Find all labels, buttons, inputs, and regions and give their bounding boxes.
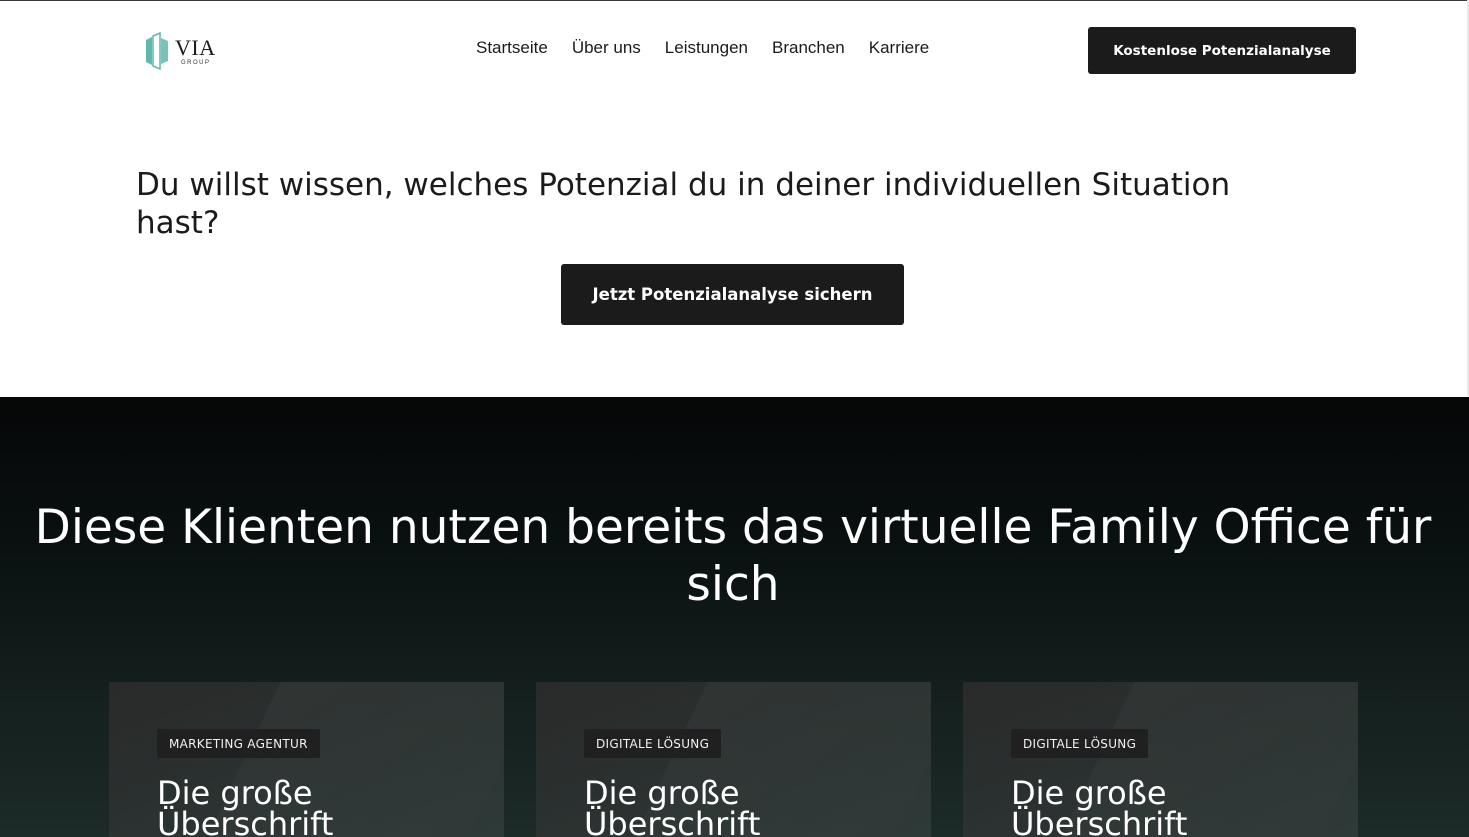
clients-section: Diese Klienten nutzen bereits das virtue… [0,397,1469,837]
potenzialanalyse-header-button[interactable]: Kostenlose Potenzialanalyse [1088,27,1356,74]
card-category-badge: MARKETING AGENTUR [157,729,320,758]
clients-section-title: Diese Klienten nutzen bereits das virtue… [34,500,1432,612]
nav-item-karriere[interactable]: Karriere [869,38,929,58]
nav-item-ueber-uns[interactable]: Über uns [572,38,641,58]
nav-item-startseite[interactable]: Startseite [476,38,548,58]
site-header: VIA GROUP Startseite Über uns Leistungen… [0,0,1469,100]
client-cards: MARKETING AGENTUR Die große Überschrift … [109,682,1358,837]
card-heading: Die große Überschrift [584,774,761,837]
card-category-badge: DIGITALE LÖSUNG [1011,729,1149,758]
card-heading: Die große Überschrift [1011,774,1188,837]
potential-question-heading: Du willst wissen, welches Potenzial du i… [136,167,1231,241]
client-card[interactable]: DIGITALE LÖSUNG Die große Überschrift [963,682,1358,837]
via-group-logo-icon [146,32,168,70]
client-card[interactable]: DIGITALE LÖSUNG Die große Überschrift [536,682,931,837]
client-card[interactable]: MARKETING AGENTUR Die große Überschrift [109,682,504,837]
potenzialanalyse-sichern-button[interactable]: Jetzt Potenzialanalyse sichern [561,264,904,325]
card-heading: Die große Überschrift [157,774,334,837]
logo-subtitle: GROUP [181,59,211,66]
nav-item-leistungen[interactable]: Leistungen [665,38,748,58]
logo[interactable]: VIA GROUP [143,31,223,71]
logo-wordmark: VIA [175,34,216,60]
card-category-badge: DIGITALE LÖSUNG [584,729,722,758]
logo-text: VIA GROUP [175,34,216,66]
main-nav: Startseite Über uns Leistungen Branchen … [476,38,929,58]
nav-item-branchen[interactable]: Branchen [772,38,845,58]
